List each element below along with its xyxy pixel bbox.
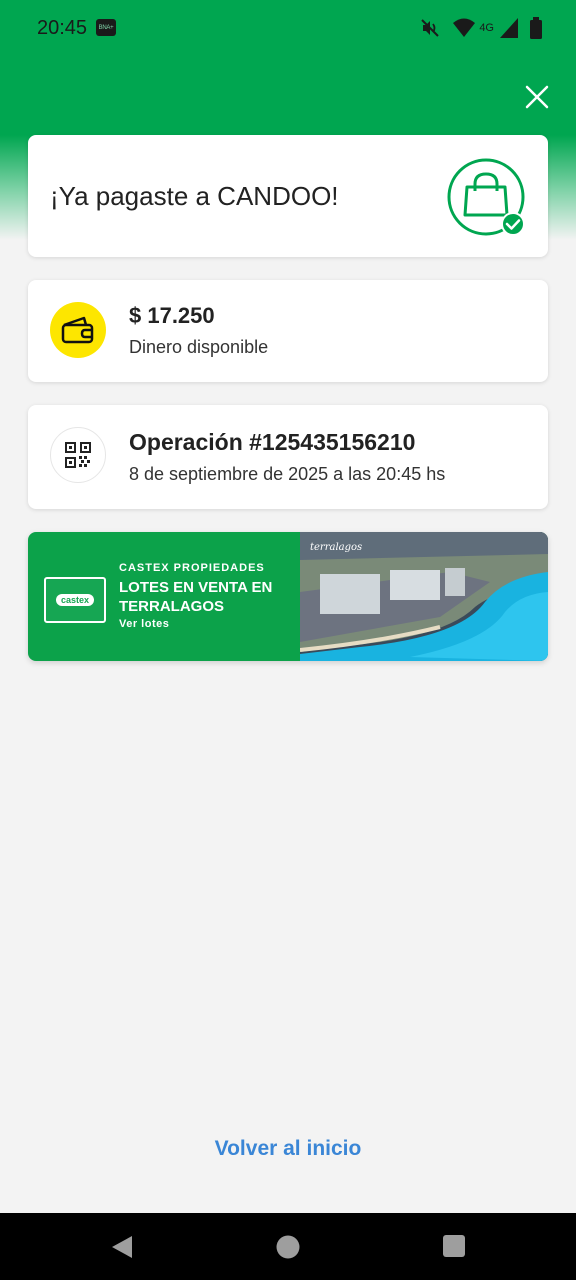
- wifi-icon: [453, 18, 476, 37]
- balance-card: $ 17.250 Dinero disponible: [28, 280, 548, 382]
- back-triangle-icon[interactable]: [110, 1235, 134, 1259]
- home-circle-icon[interactable]: [276, 1235, 300, 1259]
- castex-logo-text: castex: [55, 594, 95, 606]
- status-bar: 20:45 BNA+ 4G: [0, 0, 576, 56]
- operation-card: Operación #125435156210 8 de septiembre …: [28, 405, 548, 509]
- back-to-home-link[interactable]: Volver al inicio: [0, 1137, 576, 1161]
- terralagos-caption: terralagos: [310, 542, 362, 553]
- status-time: 20:45: [37, 17, 88, 39]
- banner-kicker: CASTEX PROPIEDADES: [119, 562, 265, 574]
- balance-label: Dinero disponible: [129, 337, 269, 357]
- system-navigation-bar: [0, 1213, 576, 1280]
- balance-amount: $ 17.250: [129, 303, 215, 328]
- wallet-icon: [61, 316, 94, 344]
- operation-number: Operación #125435156210: [129, 429, 416, 455]
- recents-square-icon[interactable]: [443, 1235, 465, 1257]
- battery-icon: [530, 17, 542, 39]
- payment-success-title: ¡Ya pagaste a CANDOO!: [50, 181, 339, 211]
- wallet-icon-container: [50, 302, 106, 358]
- network-type-label: 4G: [479, 22, 494, 34]
- operation-date: 8 de septiembre de 2025 a las 20:45 hs: [129, 464, 446, 484]
- castex-logo: castex: [44, 577, 106, 623]
- close-icon: [525, 85, 549, 109]
- mute-icon: [421, 19, 440, 37]
- app-notification-badge: BNA+: [96, 19, 116, 36]
- payment-success-card: ¡Ya pagaste a CANDOO!: [28, 135, 548, 257]
- status-icons: 4G: [419, 16, 542, 40]
- terralagos-photo: terralagos: [300, 532, 548, 661]
- qr-code-icon: [65, 442, 91, 468]
- banner-cta-link[interactable]: Ver lotes: [119, 618, 169, 630]
- close-button[interactable]: [522, 82, 552, 112]
- banner-title: LOTES EN VENTA EN TERRALAGOS: [119, 579, 273, 615]
- qr-icon-container: [50, 427, 106, 483]
- promo-banner[interactable]: castex CASTEX PROPIEDADES LOTES EN VENTA…: [28, 532, 548, 661]
- signal-icon: [500, 18, 518, 38]
- shopping-bag-check-icon: [447, 158, 525, 236]
